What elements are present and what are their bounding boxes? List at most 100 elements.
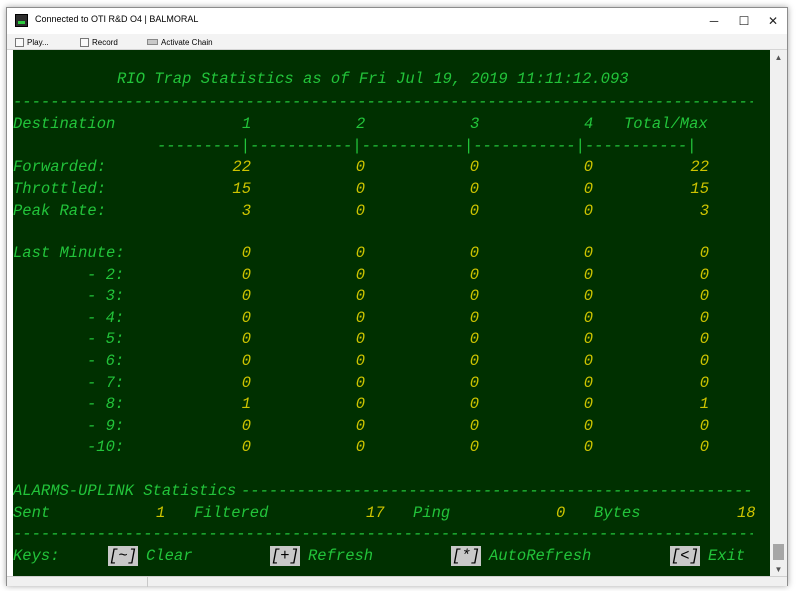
total-max-cell: 0 xyxy=(699,308,709,327)
row-label: - 7: xyxy=(87,373,125,392)
destination-header: Destination xyxy=(13,115,116,133)
title-bar[interactable]: Connected to OTI R&D O4 | BALMORAL ─ ☐ ✕ xyxy=(7,8,787,34)
play-button[interactable]: Play... xyxy=(15,35,49,49)
total-max-cell: 0 xyxy=(699,265,709,284)
exit-label[interactable]: Exit xyxy=(708,546,745,566)
column-4-cell: 0 xyxy=(583,416,593,435)
bytes-label: Bytes xyxy=(594,504,641,522)
column-4-cell: 0 xyxy=(583,373,593,392)
total-max-cell: 0 xyxy=(699,438,709,457)
terminal-app-icon xyxy=(15,14,28,27)
maximize-button[interactable]: ☐ xyxy=(729,8,759,34)
total-max-cell: 3 xyxy=(699,202,709,220)
record-icon xyxy=(80,37,89,47)
ping-label: Ping xyxy=(413,504,451,522)
column-2-cell: 0 xyxy=(355,330,365,349)
sent-label: Sent xyxy=(13,504,51,522)
bytes-value: 18 xyxy=(737,504,756,522)
column-2-cell: 0 xyxy=(355,373,365,392)
column-1-cell: 22 xyxy=(232,158,251,176)
keyboard-icon xyxy=(147,39,158,45)
refresh-key[interactable]: [+] xyxy=(270,546,300,566)
vertical-scrollbar[interactable]: ▲ ▼ xyxy=(770,50,787,576)
row-label: Forwarded: xyxy=(13,158,107,176)
terminal-screen[interactable]: RIO Trap Statistics as of Fri Jul 19, 20… xyxy=(13,50,770,576)
row-label: Peak Rate: xyxy=(13,202,107,220)
column-1-cell: 0 xyxy=(241,287,251,306)
column-4-cell: 0 xyxy=(583,438,593,457)
column-3-cell: 0 xyxy=(469,180,479,198)
sent-value: 1 xyxy=(156,504,166,522)
autorefresh-key[interactable]: [*] xyxy=(451,546,481,566)
filtered-value: 17 xyxy=(366,504,385,522)
column-4-cell: 0 xyxy=(583,265,593,284)
clear-key[interactable]: [~] xyxy=(108,546,138,566)
stats-row: - 2: 0 0 0 0 0 xyxy=(13,265,770,285)
alarms-heading: ALARMS-UPLINK Statistics xyxy=(13,482,237,500)
column-2-cell: 0 xyxy=(355,352,365,370)
column-2-cell: 0 xyxy=(355,438,365,457)
row-label: - 3: xyxy=(87,287,125,306)
total-max-cell: 0 xyxy=(699,416,709,435)
column-4-cell: 0 xyxy=(583,244,593,262)
clear-label[interactable]: Clear xyxy=(146,546,193,566)
column-2-cell: 0 xyxy=(355,202,365,220)
column-2-cell: 0 xyxy=(355,287,365,306)
stats-row: Throttled: 15 0 0 0 15 xyxy=(13,179,770,199)
column-1-cell: 0 xyxy=(241,352,251,370)
column-1-cell: 0 xyxy=(241,308,251,327)
column-1-cell: 0 xyxy=(241,244,251,262)
column-3-cell: 0 xyxy=(469,352,479,370)
total-max-cell: 0 xyxy=(699,330,709,349)
column-3-cell: 0 xyxy=(469,373,479,392)
window-title: Connected to OTI R&D O4 | BALMORAL xyxy=(35,14,199,24)
column-3-cell: 0 xyxy=(469,308,479,327)
alarms-divider: ----------------------------------------… xyxy=(241,482,755,500)
column-1-cell: 15 xyxy=(232,180,251,198)
row-label: Throttled: xyxy=(13,180,107,198)
row-label: - 4: xyxy=(87,308,125,327)
column-4-cell: 0 xyxy=(583,308,593,327)
total-max-cell: 0 xyxy=(699,287,709,306)
exit-key[interactable]: [<] xyxy=(670,546,700,566)
column-4-cell: 0 xyxy=(583,180,593,198)
refresh-label[interactable]: Refresh xyxy=(308,546,373,566)
activate-chain-button[interactable]: Activate Chain xyxy=(147,35,213,49)
total-max-cell: 0 xyxy=(699,244,709,262)
column-1-header: 1 xyxy=(242,115,252,133)
row-label: Last Minute: xyxy=(13,244,125,262)
scroll-up-icon[interactable]: ▲ xyxy=(770,50,787,64)
column-1-cell: 3 xyxy=(241,202,251,220)
stats-row: Forwarded: 22 0 0 0 22 xyxy=(13,157,770,177)
close-button[interactable]: ✕ xyxy=(758,8,788,34)
column-3-cell: 0 xyxy=(469,287,479,306)
column-divider: ---------|-----------|-----------|------… xyxy=(157,137,697,155)
column-2-cell: 0 xyxy=(355,416,365,435)
column-header-row: Destination 1 2 3 4 Total/Max xyxy=(13,114,770,134)
column-4-header: 4 xyxy=(584,115,594,133)
row-label: -10: xyxy=(87,438,125,457)
column-2-cell: 0 xyxy=(355,158,365,176)
record-button[interactable]: Record xyxy=(80,35,118,49)
column-4-cell: 0 xyxy=(583,330,593,349)
status-bar xyxy=(7,576,787,587)
column-3-cell: 0 xyxy=(469,416,479,435)
autorefresh-label[interactable]: AutoRefresh xyxy=(489,546,591,566)
column-1-cell: 0 xyxy=(241,438,251,457)
stats-row: -10: 0 0 0 0 0 xyxy=(13,437,770,457)
column-4-cell: 0 xyxy=(583,287,593,306)
keys-divider: ----------------------------------------… xyxy=(13,525,753,543)
scroll-thumb[interactable] xyxy=(773,544,784,560)
stats-row: Peak Rate: 3 0 0 0 3 xyxy=(13,201,770,221)
stats-row: - 6: 0 0 0 0 0 xyxy=(13,351,770,371)
scroll-down-icon[interactable]: ▼ xyxy=(770,562,787,576)
stats-row: - 3: 0 0 0 0 0 xyxy=(13,286,770,306)
column-3-cell: 0 xyxy=(469,438,479,457)
stats-heading: RIO Trap Statistics as of Fri Jul 19, 20… xyxy=(117,70,629,88)
row-label: - 6: xyxy=(87,352,125,370)
column-3-cell: 0 xyxy=(469,158,479,176)
minimize-button[interactable]: ─ xyxy=(699,8,729,34)
total-max-cell: 0 xyxy=(699,373,709,392)
column-1-cell: 0 xyxy=(241,416,251,435)
keys-row: Keys: [~] Clear [+] Refresh [*] AutoRefr… xyxy=(13,546,770,566)
